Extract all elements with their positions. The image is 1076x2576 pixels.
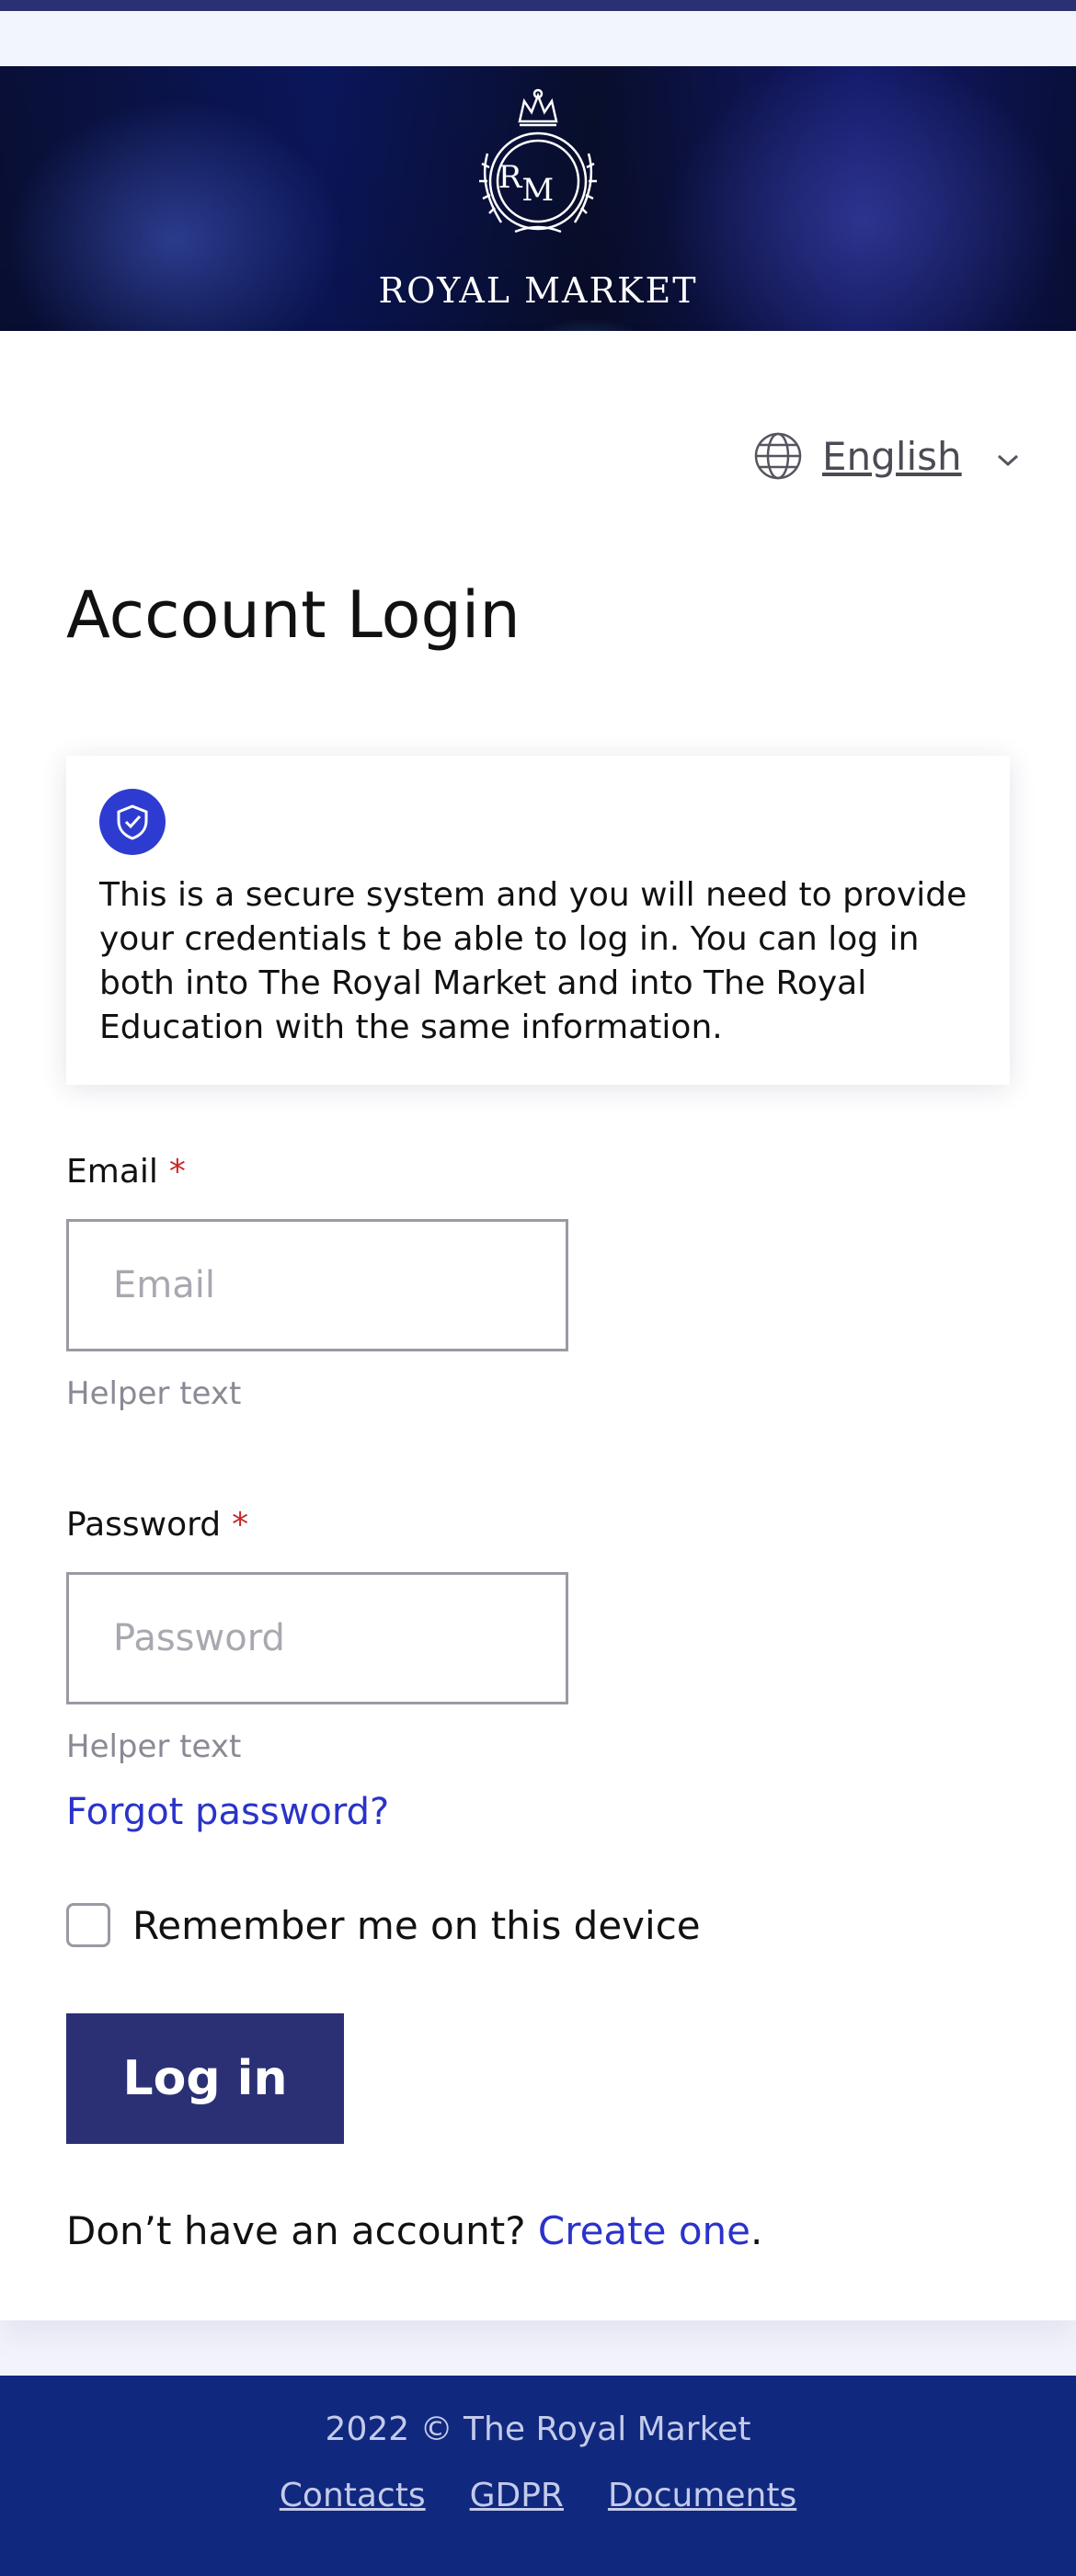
top-accent-strip [0, 0, 1076, 11]
password-label-text: Password [66, 1506, 222, 1544]
password-label: Password * [66, 1506, 248, 1544]
brand-name: ROYAL MARKET [378, 270, 698, 311]
signup-suffix: . [750, 2208, 763, 2253]
top-band [0, 11, 1076, 66]
create-account-link[interactable]: Create one [538, 2208, 750, 2253]
chevron-down-icon [997, 454, 1018, 467]
email-label-text: Email [66, 1153, 158, 1191]
language-label: English [822, 433, 962, 479]
forgot-password-link[interactable]: Forgot password? [66, 1791, 389, 1833]
language-selector[interactable]: English [752, 428, 1021, 484]
monogram-r: RM [498, 159, 554, 209]
remember-me-checkbox[interactable] [66, 1903, 110, 1947]
security-notice: This is a secure system and you will nee… [66, 756, 1010, 1085]
footer-copyright: 2022 © The Royal Market [325, 2411, 751, 2448]
signup-prompt: Don’t have an account? Create one. [66, 2208, 762, 2253]
crest-emblem-icon: RM [479, 88, 597, 234]
hero-banner: RM ROYAL MARKET [0, 66, 1076, 331]
required-mark: * [168, 1153, 186, 1191]
remember-me-option[interactable]: Remember me on this device [66, 1899, 701, 1951]
signup-prompt-text: Don’t have an account? [66, 2208, 538, 2253]
footer-link-gdpr[interactable]: GDPR [470, 2477, 564, 2514]
remember-me-label: Remember me on this device [132, 1902, 701, 1948]
shield-check-icon [99, 789, 166, 855]
footer-link-contacts[interactable]: Contacts [280, 2477, 426, 2514]
footer-links: Contacts GDPR Documents [0, 2477, 1076, 2514]
brand-logo[interactable]: RM ROYAL MARKET [0, 66, 1076, 331]
footer [0, 2376, 1076, 2576]
email-helper-text: Helper text [66, 1375, 242, 1412]
footer-link-documents[interactable]: Documents [608, 2477, 796, 2514]
security-notice-text: This is a secure system and you will nee… [99, 876, 967, 1046]
password-helper-text: Helper text [66, 1728, 242, 1765]
password-field[interactable] [66, 1572, 568, 1704]
email-field[interactable] [66, 1219, 568, 1351]
globe-icon [754, 432, 802, 480]
page-title: Account Login [66, 577, 521, 653]
login-button[interactable]: Log in [66, 2013, 344, 2144]
email-label: Email * [66, 1153, 186, 1191]
required-mark: * [232, 1506, 249, 1544]
